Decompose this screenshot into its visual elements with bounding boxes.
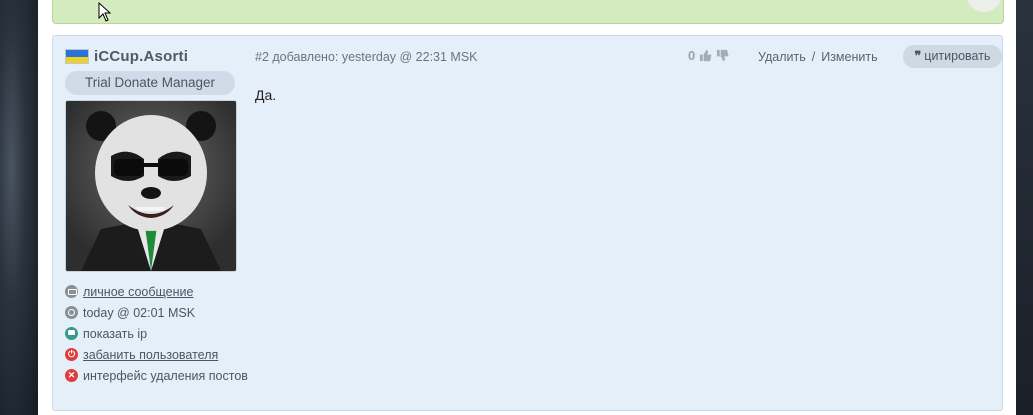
delete-post-link[interactable]: Удалить [758, 50, 806, 64]
forum-post: iCCup.Asorti Trial Donate Manager личное… [52, 35, 1003, 411]
post-body: Да. [255, 87, 277, 103]
background-left [0, 0, 38, 415]
delete-posts-label[interactable]: интерфейс удаления постов [83, 369, 248, 383]
edit-post-link[interactable]: Изменить [821, 50, 877, 64]
monitor-icon [65, 327, 78, 340]
thumbs-down-icon[interactable] [716, 49, 729, 62]
mail-icon [65, 285, 78, 298]
ukraine-flag-icon [65, 49, 89, 64]
last-seen-row: today @ 02:01 MSK [65, 302, 248, 323]
post-actions: Удалить / Изменить [758, 50, 878, 64]
avatar [65, 100, 237, 272]
thumbs-up-icon[interactable] [699, 49, 712, 62]
forum-page: iCCup.Asorti Trial Donate Manager личное… [38, 0, 1016, 415]
private-message-label[interactable]: личное сообщение [83, 285, 193, 299]
delete-posts-link[interactable]: ✕ интерфейс удаления постов [65, 365, 248, 386]
author-name[interactable]: iCCup.Asorti [94, 48, 188, 65]
ban-user-link[interactable]: ⏻ забанить пользователя [65, 344, 248, 365]
show-ip-link[interactable]: показать ip [65, 323, 248, 344]
quote-label: цитировать [924, 49, 991, 63]
rating-value: 0 [688, 48, 696, 63]
private-message-link[interactable]: личное сообщение [65, 281, 248, 302]
post-rating: 0 [688, 48, 729, 63]
author-role-badge: Trial Donate Manager [65, 71, 235, 95]
panda-avatar-image [66, 101, 236, 271]
quote-icon: ❞ [914, 49, 922, 63]
clock-icon [65, 306, 78, 319]
show-ip-label[interactable]: показать ip [83, 327, 147, 341]
actions-separator: / [811, 50, 816, 64]
post-meta: #2 добавлено: yesterday @ 22:31 MSK [255, 50, 478, 64]
author-side-links: личное сообщение today @ 02:01 MSK показ… [65, 281, 248, 386]
power-icon: ⏻ [65, 348, 78, 361]
post-author: iCCup.Asorti [65, 48, 188, 65]
last-seen-label: today @ 02:01 MSK [83, 305, 196, 320]
delete-icon: ✕ [65, 369, 78, 382]
previous-post-bar [52, 0, 1004, 24]
quote-button[interactable]: ❞ цитировать [903, 45, 1002, 68]
ban-user-label[interactable]: забанить пользователя [83, 348, 218, 362]
background-right [1013, 0, 1033, 415]
mouse-cursor-icon [98, 2, 112, 22]
